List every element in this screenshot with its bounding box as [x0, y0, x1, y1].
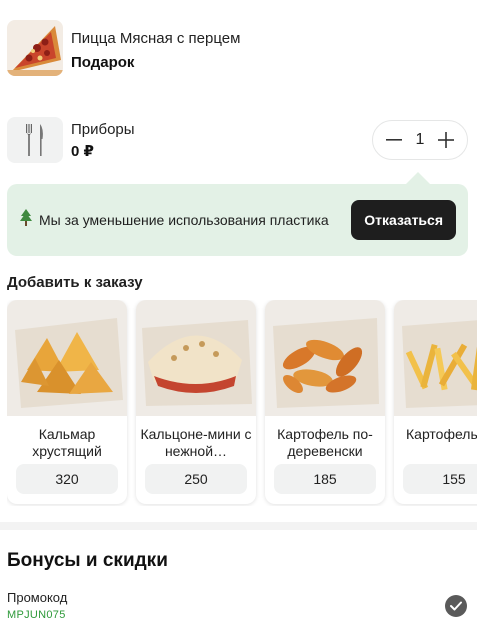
plus-button[interactable]	[437, 131, 455, 149]
product-card-calzone[interactable]: Кальцоне-мини с нежной… 250	[136, 300, 256, 504]
check-icon[interactable]	[445, 595, 467, 617]
item-name: Пицца Мясная с перцем	[71, 30, 241, 47]
cart-item-cutlery: Приборы 0 ₽	[7, 117, 135, 163]
eco-banner: Мы за уменьшение использования пластика …	[7, 184, 468, 256]
calzone-image	[136, 300, 256, 416]
add-to-order-title: Добавить к заказу	[7, 274, 143, 291]
promo-code-value: MPJUN075	[7, 609, 66, 620]
french-fries-image	[394, 300, 477, 416]
cart-item-pizza[interactable]: Пицца Мясная с перцем Подарок	[7, 20, 240, 76]
eco-banner-text: Мы за уменьшение использования пластика	[39, 212, 329, 228]
add-button-price[interactable]: 155	[403, 464, 477, 494]
promo-label: Промокод	[7, 590, 68, 605]
quantity-stepper[interactable]: 1	[372, 120, 468, 160]
pizza-slice-image	[7, 20, 63, 76]
item-name: Приборы	[71, 121, 135, 138]
product-name: Картофель	[406, 426, 477, 442]
product-name: Кальцоне-мини с нежной…	[140, 426, 252, 459]
potato-wedges-image	[265, 300, 385, 416]
decline-button[interactable]: Отказаться	[351, 200, 456, 240]
fork-knife-icon	[7, 117, 63, 163]
product-card-squid[interactable]: Кальмар хрустящий 320	[7, 300, 127, 504]
product-card-fries[interactable]: Картофель 155	[394, 300, 477, 504]
product-name: Картофель по-деревенски	[277, 426, 373, 459]
bonuses-title: Бонусы и скидки	[7, 550, 168, 571]
bonuses-section: Бонусы и скидки Промокод MPJUN075	[0, 522, 477, 620]
product-card-potato-wedges[interactable]: Картофель по-деревенски 185	[265, 300, 385, 504]
quantity-value: 1	[415, 131, 425, 148]
add-button-price[interactable]: 320	[16, 464, 118, 494]
minus-button[interactable]	[385, 131, 403, 149]
product-name: Кальмар хрустящий	[32, 426, 102, 459]
tree-icon	[19, 208, 33, 232]
fried-squid-image	[7, 300, 127, 416]
product-carousel[interactable]: Кальмар хрустящий 320 Кальцоне-мини с не…	[7, 300, 477, 506]
gift-label: Подарок	[71, 54, 135, 71]
add-button-price[interactable]: 185	[274, 464, 376, 494]
add-button-price[interactable]: 250	[145, 464, 247, 494]
item-price: 0 ₽	[71, 143, 94, 160]
